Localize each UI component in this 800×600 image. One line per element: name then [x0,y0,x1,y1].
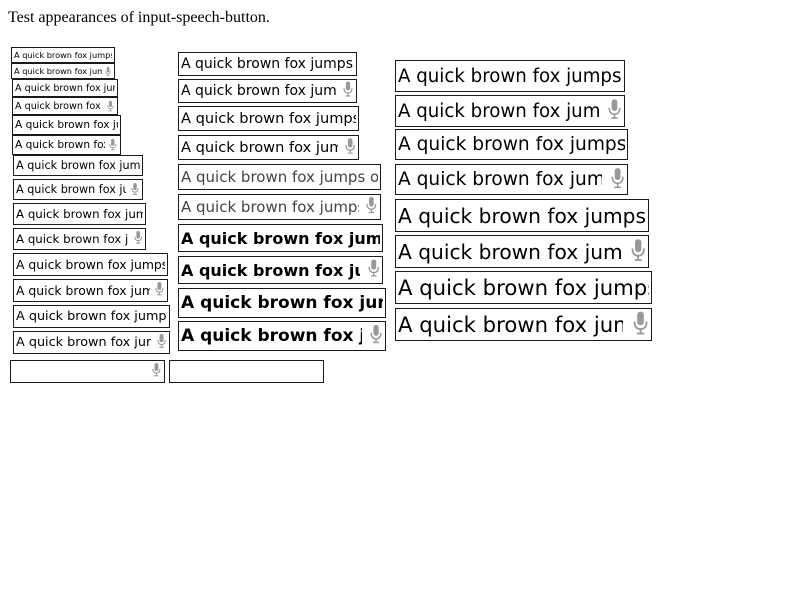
microphone-icon[interactable] [155,281,164,300]
input-value: A quick brown fox jumps over the lazy do… [181,56,354,72]
input-value: A quick brown fox jumps over the lazy do… [16,335,151,350]
input-value: A quick brown fox jumps over the lazy do… [398,134,625,155]
speech-input-field[interactable]: A quick brown fox jumps over the lazy do… [12,135,121,155]
text-input-field[interactable]: A quick brown fox jumps over the lazy do… [11,47,115,63]
microphone-icon[interactable] [633,310,648,338]
microphone-icon[interactable] [611,167,624,192]
speech-input-field[interactable]: A quick brown fox jumps over the lazy do… [13,331,170,354]
text-input-field[interactable]: A quick brown fox jumps over the lazy do… [178,164,381,190]
input-value: A quick brown fox jumps over the lazy do… [181,293,383,313]
text-input-field[interactable]: A quick brown fox jumps over the lazy do… [13,253,168,276]
input-value: A quick brown fox jumps over the lazy do… [181,139,338,156]
text-input-field[interactable]: A quick brown fox jumps over the lazy do… [13,305,170,328]
input-value: A quick brown fox jumps over the lazy do… [181,228,380,248]
text-input-field[interactable]: A quick brown fox jumps over the lazy do… [12,115,121,135]
text-input-field[interactable]: A quick brown fox jumps over the lazy do… [395,199,649,232]
input-value: A quick brown fox jumps over the lazy do… [15,139,105,151]
input-value: A quick brown fox jumps over the lazy do… [181,168,378,186]
microphone-icon[interactable] [631,238,645,265]
input-value: A quick brown fox jumps over the lazy do… [16,232,129,246]
input-value: A quick brown fox jumps over the lazy do… [16,159,140,172]
input-value: A quick brown fox jumps over the lazy do… [398,312,623,337]
page-heading: Test appearances of input-speech-button. [8,9,270,26]
input-value: A quick brown fox jumps over the lazy do… [15,119,118,131]
speech-input-field[interactable]: A quick brown fox jumps over the lazy do… [12,97,118,115]
input-value: A quick brown fox jumps over the lazy do… [16,283,150,298]
speech-input-field[interactable]: A quick brown fox jumps over the lazy do… [178,135,359,160]
input-value: A quick brown fox jumps over the lazy do… [181,110,356,127]
microphone-icon[interactable] [133,230,142,249]
text-input-field[interactable]: A quick brown fox jumps over the lazy do… [395,129,628,160]
microphone-icon[interactable] [152,362,161,381]
microphone-icon[interactable] [107,98,114,114]
input-value: A quick brown fox jumps over the lazy do… [181,326,362,346]
speech-input-field[interactable]: A quick brown fox jumps over the lazy do… [395,95,625,127]
speech-input-field[interactable] [10,360,165,383]
microphone-icon[interactable] [370,324,382,348]
text-input-field[interactable]: A quick brown fox jumps over the lazy do… [178,106,359,131]
speech-input-field[interactable]: A quick brown fox jumps over the lazy do… [178,256,383,284]
input-value: A quick brown fox jumps over the lazy do… [15,82,115,94]
text-input-field[interactable] [169,360,324,383]
microphone-icon[interactable] [343,81,353,101]
text-input-field[interactable]: A quick brown fox jumps over the lazy do… [178,224,383,252]
speech-input-field[interactable]: A quick brown fox jumps over the lazy do… [13,179,143,200]
microphone-icon[interactable] [131,180,139,199]
text-input-field[interactable]: A quick brown fox jumps over the lazy do… [178,52,357,76]
input-value: A quick brown fox jumps over the lazy do… [181,260,360,280]
microphone-icon[interactable] [366,196,377,217]
text-input-field[interactable]: A quick brown fox jumps over the lazy do… [395,271,652,304]
input-value: A quick brown fox jumps over the lazy do… [14,50,112,60]
speech-input-field[interactable]: A quick brown fox jumps over the lazy do… [178,194,381,220]
microphone-icon[interactable] [109,136,117,154]
speech-input-field[interactable]: A quick brown fox jumps over the lazy do… [11,63,115,79]
speech-input-field[interactable]: A quick brown fox jumps over the lazy do… [395,235,649,268]
speech-input-field[interactable]: A quick brown fox jumps over the lazy do… [178,79,357,103]
text-input-field[interactable]: A quick brown fox jumps over the lazy do… [12,79,118,97]
input-value: A quick brown fox jumps over the lazy do… [181,198,359,216]
input-value: A quick brown fox jumps over the lazy do… [398,239,621,264]
speech-input-field[interactable]: A quick brown fox jumps over the lazy do… [13,279,168,302]
input-value: A quick brown fox jumps over the lazy do… [398,100,600,122]
text-input-field[interactable]: A quick brown fox jumps over the lazy do… [395,60,625,92]
microphone-icon[interactable] [345,137,355,158]
speech-input-field[interactable]: A quick brown fox jumps over the lazy do… [395,308,652,341]
speech-input-field[interactable]: A quick brown fox jumps over the lazy do… [395,164,628,195]
input-value: A quick brown fox jumps over the lazy do… [15,100,103,112]
input-value: A quick brown fox jumps over the lazy do… [181,83,337,99]
text-input-field[interactable]: A quick brown fox jumps over the lazy do… [13,155,143,176]
input-value: A quick brown fox jumps over the lazy do… [398,169,602,190]
speech-input-field[interactable]: A quick brown fox jumps over the lazy do… [13,228,146,250]
input-value: A quick brown fox jumps over the lazy do… [16,309,167,324]
input-value: A quick brown fox jumps over the lazy do… [16,183,126,196]
input-value: A quick brown fox jumps over the lazy do… [14,66,102,76]
microphone-icon[interactable] [157,333,166,352]
microphone-icon[interactable] [608,99,621,124]
speech-input-field[interactable]: A quick brown fox jumps over the lazy do… [178,321,386,351]
input-value: A quick brown fox jumps over the lazy do… [398,65,622,87]
input-value: A quick brown fox jumps over the lazy do… [398,275,649,300]
text-input-field[interactable]: A quick brown fox jumps over the lazy do… [178,288,386,318]
input-value: A quick brown fox jumps over the lazy do… [16,257,165,272]
text-input-field[interactable]: A quick brown fox jumps over the lazy do… [13,203,146,225]
microphone-icon[interactable] [368,259,379,281]
input-value: A quick brown fox jumps over the lazy do… [16,207,143,221]
microphone-icon[interactable] [105,64,111,78]
input-value: A quick brown fox jumps over the lazy do… [398,203,646,228]
